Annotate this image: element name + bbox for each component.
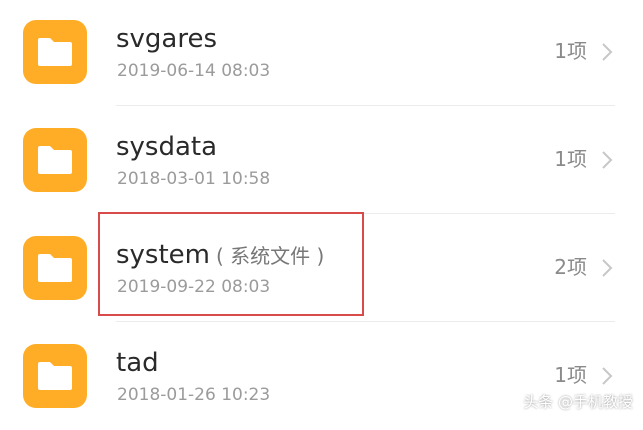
item-count: 1项: [554, 147, 587, 171]
item-count: 1项: [554, 39, 587, 63]
chevron-right-icon: [602, 43, 613, 61]
folder-icon: [23, 236, 87, 300]
chevron-right-icon: [602, 151, 613, 169]
list-item[interactable]: svgares 2019-06-14 08:03 1项: [0, 0, 643, 106]
item-name: tad: [116, 347, 159, 379]
item-name: sysdata: [116, 131, 217, 163]
watermark: 头条 @手机教授: [523, 393, 633, 411]
file-list: svgares 2019-06-14 08:03 1项 sysdata 2018…: [0, 0, 643, 420]
item-date: 2018-01-26 10:23: [117, 385, 271, 405]
item-date: 2018-03-01 10:58: [117, 169, 271, 189]
folder-icon: [23, 344, 87, 408]
chevron-right-icon: [602, 259, 613, 277]
item-count: 1项: [554, 363, 587, 387]
list-item[interactable]: sysdata 2018-03-01 10:58 1项: [0, 106, 643, 214]
folder-icon: [23, 128, 87, 192]
chevron-right-icon: [602, 367, 613, 385]
item-name: svgares: [116, 23, 217, 55]
item-count: 2项: [554, 255, 587, 279]
item-date: 2019-06-14 08:03: [117, 61, 271, 81]
highlight-annotation-box: [98, 212, 364, 316]
item-name-text: sysdata: [116, 132, 218, 162]
list-item[interactable]: tad 2018-01-26 10:23 1项: [0, 322, 643, 430]
item-name-text: svgares: [116, 24, 218, 54]
item-name-text: tad: [116, 348, 159, 378]
folder-icon: [23, 20, 87, 84]
